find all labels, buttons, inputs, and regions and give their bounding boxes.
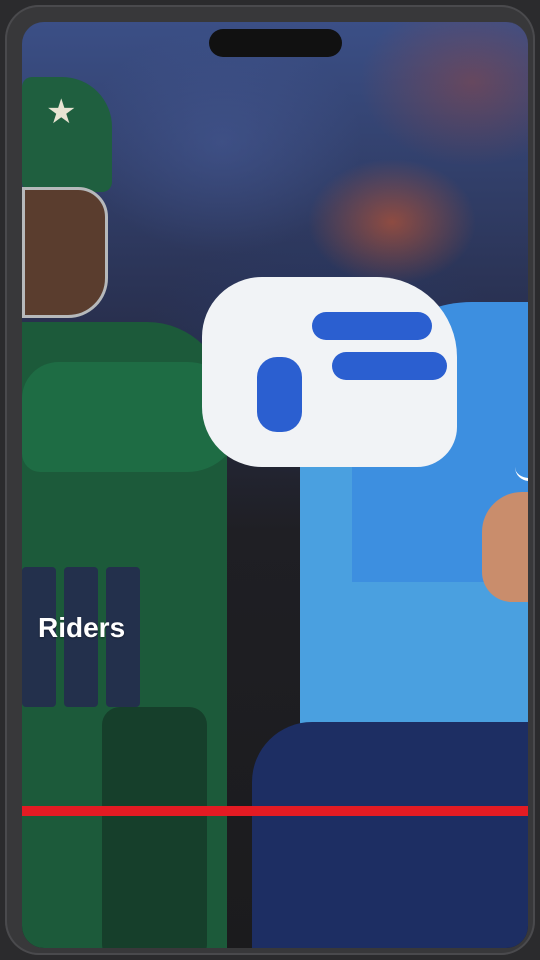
video-progress-bar[interactable]: [22, 806, 528, 816]
keeper-glove: [202, 277, 457, 467]
wicketkeeper-pad: [102, 707, 207, 948]
camera-notch-icon: [209, 29, 342, 57]
batsman-arm: [482, 492, 528, 602]
star-icon: ★: [46, 93, 77, 131]
video-screen[interactable]: ★ Riders: [22, 22, 528, 948]
video-progress-fill: [22, 806, 528, 816]
overlay-caption: Riders: [38, 612, 126, 643]
phone-frame: ★ Riders: [5, 5, 535, 955]
helmet-grille: [22, 187, 108, 318]
batsman-pad: [252, 722, 528, 948]
